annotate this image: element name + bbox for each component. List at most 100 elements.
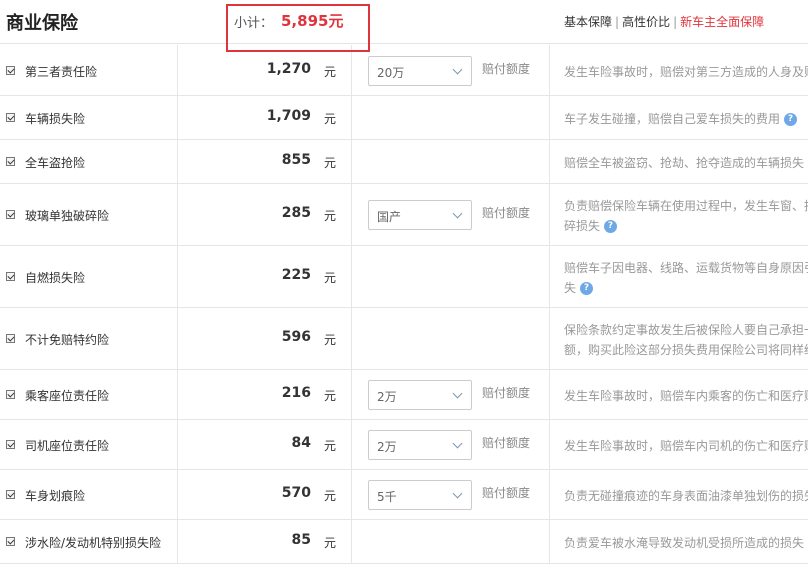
coverage-price-cell: 225 元 [178,246,352,307]
table-row: 全车盗抢险 855 元 赔偿全车被盗窃、抢劫、抢夺造成的车辆损失 [0,140,808,184]
coverage-price-cell: 216 元 [178,370,352,419]
coverage-name-cell: 涉水险/发动机特别损失险 [0,520,178,563]
coverage-price-cell: 596 元 [178,308,352,369]
coverage-price: 1,709 [266,108,311,124]
chevron-down-icon [452,488,463,499]
subtotal-label: 小计： [234,16,274,31]
coverage-description-cell: 保险条款约定事故发生后被保险人要自己承担一定比例的损失金额，购买此险这部分损失费… [550,308,808,369]
coverage-price-cell: 1,709 元 [178,96,352,139]
coverage-price-cell: 1,270 元 [178,45,352,95]
coverage-description-text: 保险条款约定事故发生后被保险人要自己承担一定比例的损失金 [564,323,808,337]
coverage-option-cell [352,520,550,563]
coverage-amount-value: 20万 [377,65,405,80]
price-unit: 元 [324,271,337,285]
coverage-description-text: 负责赔偿保险车辆在使用过程中，发生车窗、挡风玻璃单独破 [564,199,808,213]
coverage-name: 不计免赔特约险 [25,333,110,347]
coverage-description-text: 发生车险事故时，赔偿对第三方造成的人身及财产损失 [564,64,808,79]
coverage-amount-value: 2万 [377,390,397,404]
coverage-name-cell: 第三者责任险 [0,45,178,95]
table-row: 自燃损失险 225 元 赔偿车子因电器、线路、运载货物等自身原因引起火灾造成的损… [0,246,808,308]
coverage-price: 216 [281,385,311,401]
plan-links: 基本保障 | 高性价比 | 新车主全面保障 [564,13,764,30]
coverage-amount-value: 2万 [377,440,397,454]
coverage-description-line: 失? [564,278,594,298]
help-icon[interactable]: ? [604,220,618,233]
coverage-description-cell: 负责爱车被水淹导致发动机受损所造成的损失 [550,520,808,563]
plan-full-link[interactable]: 新车主全面保障 [680,15,764,29]
table-row: 涉水险/发动机特别损失险 85 元 负责爱车被水淹导致发动机受损所造成的损失 [0,520,808,564]
coverage-price-cell: 85 元 [178,520,352,563]
coverage-option-cell: 2万 赔付额度 [352,370,550,419]
coverage-price: 85 [291,532,311,548]
plan-value-link[interactable]: 高性价比 [622,15,670,29]
coverage-description-text: 发生车险事故时，赔偿车内乘客的伤亡和医疗赔偿费用 [564,389,808,403]
coverage-amount-select[interactable]: 5千 [368,480,472,510]
coverage-price: 570 [281,485,311,501]
page-header: 商业保险 基本保障 | 高性价比 | 新车主全面保障 [0,0,808,44]
limit-label: 赔付额度 [482,206,531,220]
help-icon[interactable]: ? [784,113,798,126]
coverage-description-text: 赔偿车子因电器、线路、运载货物等自身原因引起火灾造成的损 [564,261,808,275]
coverage-amount-value: 5千 [377,490,397,504]
price-unit: 元 [324,389,337,403]
coverage-name: 自燃损失险 [25,271,86,285]
coverage-name-cell: 自燃损失险 [0,246,178,307]
coverage-description-cell: 负责无碰撞痕迹的车身表面油漆单独划伤的损失 [550,470,808,519]
coverage-description-cell: 发生车险事故时，赔偿车内司机的伤亡和医疗赔偿费用 [550,420,808,469]
coverage-checkbox[interactable] [6,440,15,449]
coverage-price: 225 [281,267,311,283]
price-unit: 元 [324,439,337,453]
coverage-checkbox[interactable] [6,390,15,399]
price-unit: 元 [324,333,337,347]
price-unit: 元 [324,536,337,550]
coverage-checkbox[interactable] [6,272,15,281]
coverage-option-cell [352,96,550,139]
price-unit: 元 [324,489,337,503]
chevron-down-icon [452,438,463,449]
table-row: 第三者责任险 1,270 元 20万 赔付额度 发生车险事故时，赔偿对第三方造成的… [0,45,808,96]
plan-separator: | [673,15,678,29]
coverage-option-cell: 2万 赔付额度 [352,420,550,469]
coverage-checkbox[interactable] [6,157,15,166]
chevron-down-icon [452,388,463,399]
coverage-checkbox[interactable] [6,113,15,122]
coverage-amount-select[interactable]: 国产 [368,200,472,230]
price-unit: 元 [324,156,337,170]
coverage-description-line: 负责赔偿保险车辆在使用过程中，发生车窗、挡风玻璃单独破 [564,196,808,216]
coverage-checkbox[interactable] [6,65,15,75]
limit-label: 赔付额度 [482,61,531,76]
coverage-name: 玻璃单独破碎险 [25,209,110,223]
page-title: 商业保险 [6,13,78,34]
table-row: 乘客座位责任险 216 元 2万 赔付额度 发生车险事故时，赔偿车内乘客的伤亡和医… [0,370,808,420]
price-unit: 元 [324,64,337,79]
coverage-amount-select[interactable]: 2万 [368,380,472,410]
coverage-description-cell: 发生车险事故时，赔偿车内乘客的伤亡和医疗赔偿费用 [550,370,808,419]
coverage-amount-select[interactable]: 2万 [368,430,472,460]
coverage-description-text: 额，购买此险这部分损失费用保险公司将同样给予赔偿 [564,343,808,357]
coverage-checkbox[interactable] [6,490,15,499]
coverage-description-text: 负责无碰撞痕迹的车身表面油漆单独划伤的损失 [564,489,808,503]
chevron-down-icon [452,208,463,219]
plan-basic-link[interactable]: 基本保障 [564,15,612,29]
coverage-option-cell: 20万 赔付额度 [352,45,550,95]
coverage-name: 车身划痕险 [25,489,86,503]
coverage-checkbox[interactable] [6,210,15,219]
table-row: 车身划痕险 570 元 5千 赔付额度 负责无碰撞痕迹的车身表面油漆单独划伤的损失 [0,470,808,520]
coverage-checkbox[interactable] [6,537,15,546]
coverage-name: 涉水险/发动机特别损失险 [25,536,162,550]
coverage-description-cell: 赔偿车子因电器、线路、运载货物等自身原因引起火灾造成的损失? [550,246,808,307]
coverage-option-cell: 5千 赔付额度 [352,470,550,519]
coverage-price-cell: 570 元 [178,470,352,519]
coverage-amount-value: 国产 [377,210,402,224]
coverage-checkbox[interactable] [6,334,15,343]
coverage-description-line: 发生车险事故时，赔偿车内乘客的伤亡和医疗赔偿费用 [564,386,808,406]
help-icon[interactable]: ? [580,282,594,295]
coverage-amount-select[interactable]: 20万 [368,55,472,86]
coverage-name-cell: 车身划痕险 [0,470,178,519]
coverage-option-cell: 国产 赔付额度 [352,184,550,245]
table-row: 车辆损失险 1,709 元 车子发生碰撞，赔偿自己爱车损失的费用? [0,96,808,140]
coverage-description-line: 车子发生碰撞，赔偿自己爱车损失的费用? [564,109,798,129]
coverage-name: 车辆损失险 [25,112,86,126]
coverage-price: 855 [281,152,311,168]
coverage-description-cell: 负责赔偿保险车辆在使用过程中，发生车窗、挡风玻璃单独破碎损失? [550,184,808,245]
